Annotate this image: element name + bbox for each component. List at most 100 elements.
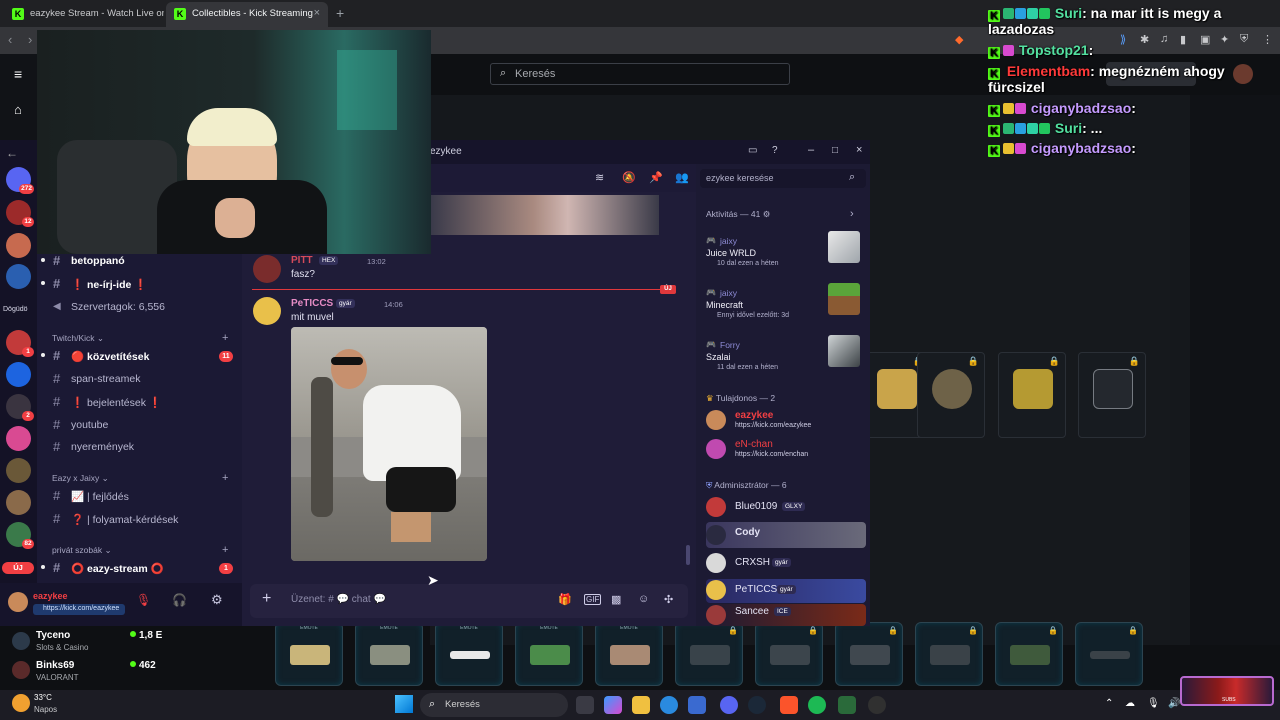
message-author[interactable]: PeTICCS <box>291 298 333 309</box>
emote-card[interactable]: EMOTE <box>355 622 423 686</box>
sticker-icon[interactable]: ▩ <box>611 593 621 606</box>
add-channel-icon[interactable]: + <box>222 472 228 484</box>
server-icon[interactable] <box>6 362 31 387</box>
emote-card[interactable]: 🔒 <box>915 622 983 686</box>
channel-item[interactable]: # 🔴 közvetítések 11 <box>40 348 240 366</box>
category-header[interactable]: privát szobák ⌄ + <box>52 544 228 556</box>
new-label[interactable]: ÚJ <box>2 562 34 574</box>
kick-search-input[interactable]: ⌕ Keresés <box>490 63 790 85</box>
tray-chevron-icon[interactable]: ⌃ <box>1105 698 1113 709</box>
emote-card[interactable]: EMOTE <box>275 622 343 686</box>
emote-card[interactable]: 🔒 <box>998 352 1066 438</box>
browser-tab-collectibles[interactable]: K Collectibles - Kick Streaming × <box>166 2 328 27</box>
discord-icon[interactable] <box>720 696 738 714</box>
member-list-icon[interactable]: 👥 <box>675 171 689 184</box>
extension-icon[interactable]: ⟫ <box>1120 33 1126 46</box>
forward-arrow-icon[interactable]: › <box>28 32 32 47</box>
dm-button[interactable]: 272 <box>6 167 34 194</box>
channel-item[interactable]: # ❗ bejelentések ❗ <box>40 394 240 412</box>
emote-card[interactable]: 🔒 <box>917 352 985 438</box>
deafen-icon[interactable]: 🎧 <box>172 593 187 607</box>
apps-icon[interactable]: ✣ <box>664 593 673 606</box>
avatar[interactable] <box>253 255 281 283</box>
member-item[interactable]: eazykee https://kick.com/eazykee <box>706 409 866 433</box>
brave-icon[interactable] <box>780 696 798 714</box>
activity-card[interactable]: 🎮 jaixy Juice WRLD 10 dal ezen a héten <box>706 231 866 276</box>
back-arrow-icon[interactable]: ‹ <box>8 32 12 47</box>
member-item[interactable]: eN-chan https://kick.com/enchan <box>706 438 866 462</box>
member-search-input[interactable]: ezykee keresése ⌕ <box>700 169 866 188</box>
server-icon[interactable]: 2 <box>6 394 34 421</box>
avatar[interactable] <box>8 592 28 612</box>
emote-card[interactable]: 🔒 <box>835 622 903 686</box>
channel-item[interactable]: # nyeremények <box>40 439 240 457</box>
member-item[interactable]: Sancee ICE <box>706 604 866 626</box>
avatar[interactable] <box>12 661 30 679</box>
obs-icon[interactable] <box>868 696 886 714</box>
leo-icon[interactable]: ✦ <box>1220 33 1229 46</box>
music-icon[interactable]: ♫ <box>1160 33 1168 45</box>
avatar[interactable] <box>1233 64 1253 84</box>
channel-item[interactable]: # ⭕ eazy-stream ⭕ 1 <box>40 560 240 578</box>
app-icon[interactable] <box>838 696 856 714</box>
emote-card[interactable]: 🔒 <box>995 622 1063 686</box>
member-item[interactable]: CRXSH gyár <box>706 552 866 576</box>
edge-icon[interactable] <box>660 696 678 714</box>
vpn-icon[interactable]: ⛨ <box>1240 33 1248 46</box>
new-tab-button[interactable]: + <box>336 5 344 21</box>
browser-tab-stream[interactable]: K eazykee Stream - Watch Live on Kick <box>4 2 164 27</box>
minimize-icon[interactable]: – <box>808 144 814 156</box>
activity-header[interactable]: Aktivitás — 41 ⚙ › <box>706 208 854 220</box>
subs-widget[interactable]: SUBS <box>1180 676 1274 706</box>
steam-icon[interactable] <box>748 696 766 714</box>
activity-card[interactable]: 🎮 jaixy Minecraft Ennyi idővel ezelőtt: 3… <box>706 283 866 328</box>
threads-icon[interactable]: ≋ <box>595 171 604 184</box>
chat-scrollbar[interactable] <box>686 545 690 565</box>
puzzle-icon[interactable]: ✱ <box>1140 33 1149 46</box>
brave-shield-icon[interactable]: ◆ <box>955 33 963 46</box>
category-header[interactable]: Twitch/Kick ⌄ + <box>52 332 228 344</box>
windows-start-icon[interactable] <box>395 695 413 713</box>
close-icon[interactable]: × <box>856 144 862 156</box>
server-icon[interactable] <box>6 264 31 289</box>
server-icon[interactable] <box>6 426 31 451</box>
home-icon[interactable]: ⌂ <box>14 102 22 117</box>
help-icon[interactable]: ? <box>772 145 778 156</box>
channel-name[interactable]: Binks69 <box>36 660 74 671</box>
emote-card[interactable]: 🔒 <box>1078 352 1146 438</box>
server-icon[interactable] <box>6 458 31 483</box>
channel-name[interactable]: Tyceno <box>36 630 70 641</box>
store-icon[interactable] <box>688 696 706 714</box>
back-arrow-icon[interactable]: ← <box>6 146 18 160</box>
channel-item[interactable]: # span-streamek <box>40 371 240 389</box>
channel-item[interactable]: # 📈 | fejlődés <box>40 488 240 506</box>
hamburger-icon[interactable]: ≡ <box>14 66 22 82</box>
member-scrollbar[interactable] <box>852 200 856 210</box>
member-item[interactable]: PeTICCS gyár <box>706 579 866 603</box>
emote-card[interactable]: 🔒 <box>755 622 823 686</box>
message-composer[interactable]: + Üzenet: # 💬 chat 💬 🎁 GIF ▩ ☺ ✣ <box>250 584 688 618</box>
server-icon[interactable]: 1 <box>6 330 34 357</box>
attach-plus-icon[interactable]: + <box>262 590 271 608</box>
member-item[interactable]: Cody <box>706 522 866 548</box>
mute-icon[interactable]: 🎙 <box>136 593 151 607</box>
network-icon[interactable]: ☁ <box>1125 698 1135 709</box>
message-image[interactable] <box>291 327 487 561</box>
settings-gear-icon[interactable]: ⚙ <box>211 592 223 608</box>
server-icon[interactable]: 12 <box>6 200 34 227</box>
emoji-icon[interactable]: ☺ <box>638 593 649 605</box>
channel-item[interactable]: # betoppanó <box>40 253 240 271</box>
activity-card[interactable]: 🎮 Forry Szalai 11 dal ezen a héten <box>706 335 866 380</box>
server-icon[interactable] <box>6 490 31 515</box>
gif-icon[interactable]: GIF <box>584 594 602 605</box>
gift-icon[interactable]: 🎁 <box>558 593 572 606</box>
server-label[interactable]: Dögüdö <box>3 306 28 313</box>
copilot-icon[interactable] <box>604 696 622 714</box>
member-count-channel[interactable]: ◀ Szervertagok: 6,556 <box>40 299 240 317</box>
taskbar-search[interactable]: ⌕ Keresés <box>420 693 568 717</box>
volume-icon[interactable]: 🔊 <box>1168 698 1180 709</box>
inbox-icon[interactable]: ▭ <box>748 145 757 156</box>
server-icon[interactable] <box>6 233 31 258</box>
pin-icon[interactable]: 📌 <box>649 171 663 184</box>
avatar[interactable] <box>12 632 30 650</box>
